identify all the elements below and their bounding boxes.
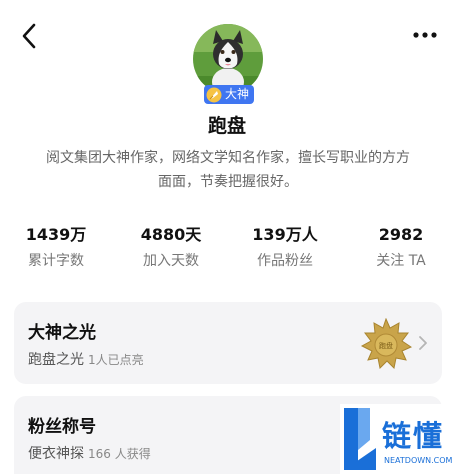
more-options-button[interactable] <box>412 26 438 44</box>
card-subtitle: 便衣神探 166 人获得 <box>28 443 151 463</box>
avatar-container <box>193 24 263 96</box>
stat-value: 2982 <box>378 225 424 244</box>
quill-icon <box>206 87 222 102</box>
watermark-logo-icon <box>344 408 376 470</box>
stat-following[interactable]: 2982 关注 TA <box>356 224 446 271</box>
glory-name: 跑盘之光 <box>28 352 84 368</box>
watermark-domain: NEATDOWN.COM <box>384 456 453 465</box>
fan-title-name: 便衣神探 <box>28 446 84 462</box>
watermark-text: 链懂 <box>382 419 445 453</box>
glory-count: 1人已点亮 <box>88 353 144 367</box>
medal-text: 跑盘 <box>379 341 393 350</box>
intro-line: 面面，节奏把握很好。 <box>158 174 298 190</box>
glory-card[interactable]: 大神之光 跑盘之光 1人已点亮 跑盘 <box>14 302 442 384</box>
avatar[interactable] <box>193 24 263 96</box>
author-intro: 阅文集团大神作家，网络文学知名作家，擅长写职业的方方 面面，节奏把握很好。 <box>16 146 440 194</box>
chevron-right-icon <box>419 336 427 350</box>
stat-value: 4880天 <box>140 225 202 244</box>
card-subtitle: 跑盘之光 1人已点亮 <box>28 349 144 369</box>
medal-icon: 跑盘 <box>360 318 412 370</box>
stat-label: 作品粉丝 <box>257 253 313 269</box>
card-title: 大神之光 <box>28 323 96 343</box>
stat-label: 关注 TA <box>376 253 426 269</box>
author-name: 跑盘 <box>207 115 246 137</box>
stat-value: 1439万 <box>25 225 87 244</box>
status-badge: 大神 <box>204 85 254 104</box>
watermark: 链懂 NEATDOWN.COM <box>340 404 454 474</box>
stat-total-words: 1439万 累计字数 <box>11 224 101 271</box>
badge-label: 大神 <box>225 87 250 101</box>
stat-value: 139万人 <box>252 225 318 244</box>
back-button[interactable] <box>18 22 40 50</box>
stat-label: 加入天数 <box>143 253 199 269</box>
intro-line: 阅文集团大神作家，网络文学知名作家，擅长写职业的方方 <box>46 150 410 166</box>
fan-title-count: 166 人获得 <box>88 447 151 461</box>
stat-fans[interactable]: 139万人 作品粉丝 <box>240 224 330 271</box>
stat-label: 累计字数 <box>28 253 84 269</box>
stats-row: 1439万 累计字数 4880天 加入天数 139万人 作品粉丝 2982 关注… <box>0 224 454 274</box>
stat-days-joined: 4880天 加入天数 <box>126 224 216 271</box>
card-title: 粉丝称号 <box>28 417 96 437</box>
